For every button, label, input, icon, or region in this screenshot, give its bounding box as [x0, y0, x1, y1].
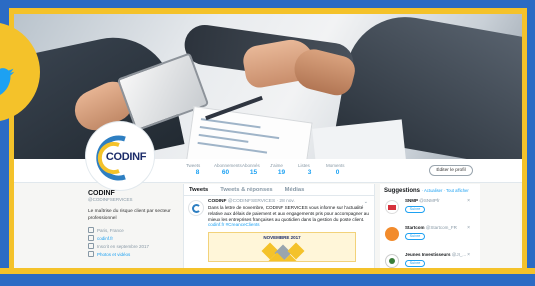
frame-top-border	[0, 0, 535, 8]
link-icon	[88, 235, 94, 241]
stat-tweets[interactable]: Tweets 8	[186, 163, 209, 177]
follow-button[interactable]: Suivre	[405, 206, 425, 213]
photo-icon	[88, 251, 94, 257]
avatar[interactable]	[385, 200, 399, 214]
close-icon[interactable]: ×	[467, 252, 470, 258]
website-link[interactable]: codinf.fr	[97, 236, 113, 241]
location-text: Paris, France	[97, 227, 124, 233]
location-pin-icon	[88, 227, 94, 233]
profile-sidebar: CODINF @CODINFSERVICES Le maîtrise du ri…	[88, 190, 178, 259]
stat-lists[interactable]: Listes 3	[298, 163, 321, 177]
tweet-body: Dans la lettre de novembre, CODINF SERVI…	[208, 205, 369, 222]
profile-stats: Tweets 8 Abonnements 60 Abonnés 15 J'aim…	[186, 163, 354, 177]
card-title: NOVEMBRE 2017	[263, 235, 301, 241]
profile-bio: Le maîtrise du risque client par secteur…	[88, 209, 171, 221]
logo-text: CODINF	[105, 151, 147, 163]
website-row[interactable]: codinf.fr	[88, 235, 178, 241]
suggestions-title: Suggestions	[384, 188, 421, 194]
profile-name: CODINF	[88, 190, 115, 197]
tab-tweets-replies[interactable]: Tweets & réponses	[220, 184, 272, 195]
twitter-bird-icon	[0, 68, 15, 95]
suggestion-item: SNMP @SNMPfr Suivre ×	[380, 196, 480, 223]
photos-link[interactable]: Photos et vidéos	[97, 252, 130, 257]
frame-right-border	[527, 0, 535, 286]
suggestions-header: Suggestions · Actualiser · Tout afficher	[380, 184, 480, 196]
timeline: Tweets Tweets & réponses Médias CODINF @…	[183, 184, 375, 268]
avatar[interactable]	[385, 254, 399, 268]
tweet-avatar[interactable]	[188, 200, 204, 216]
chevron-down-icon[interactable]: ⌄	[364, 199, 368, 205]
tab-media[interactable]: Médias	[285, 184, 305, 195]
tweet-text: Dans la lettre de novembre, CODINF SERVI…	[208, 205, 370, 228]
stat-value: 3	[307, 169, 312, 176]
profile-avatar[interactable]: CODINF	[86, 122, 154, 190]
location-row: Paris, France	[88, 227, 178, 233]
tweet-author[interactable]: CODINF	[208, 199, 226, 204]
stat-value: 60	[221, 169, 230, 176]
follow-button[interactable]: Suivre	[405, 260, 425, 267]
edit-profile-button[interactable]: Éditer le profil	[429, 165, 473, 176]
photos-row[interactable]: Photos et vidéos	[88, 251, 178, 257]
timeline-tabs: Tweets Tweets & réponses Médias	[184, 184, 374, 196]
suggestion-item: Startcom @Startcom_FR Suivre ×	[380, 223, 480, 250]
close-icon[interactable]: ×	[467, 198, 470, 204]
avatar[interactable]	[385, 227, 399, 241]
stat-value: 19	[277, 169, 286, 176]
stat-value: 15	[249, 169, 258, 176]
profile-handle: @CODINFSERVICES	[88, 197, 133, 202]
tweet-link[interactable]: codinf.fr	[208, 222, 224, 227]
tweet-handle-date: @CODINFSERVICES · 28 nov.	[227, 199, 295, 204]
stat-value: 8	[195, 169, 200, 176]
tweet-item[interactable]: CODINF @CODINFSERVICES · 28 nov. ⌄ Dans …	[184, 196, 374, 263]
stat-value: 0	[335, 169, 340, 176]
codinf-logo-icon	[191, 203, 201, 213]
suggestions-panel: Suggestions · Actualiser · Tout afficher…	[380, 184, 480, 268]
frame-bottom-border	[0, 274, 535, 286]
suggestions-actions[interactable]: · Actualiser · Tout afficher	[422, 188, 469, 193]
calendar-icon	[88, 243, 94, 249]
joined-text: Inscrit en septembre 2017	[97, 243, 150, 249]
stat-moments[interactable]: Moments 0	[326, 163, 349, 177]
stat-followers[interactable]: Abonnés 15	[242, 163, 265, 177]
stat-following[interactable]: Abonnements 60	[214, 163, 242, 177]
close-icon[interactable]: ×	[467, 225, 470, 231]
tweet-header: CODINF @CODINFSERVICES · 28 nov.	[208, 199, 370, 204]
frame-right-accent	[522, 8, 527, 268]
tweet-hashtag[interactable]: #CreanceClients	[226, 222, 260, 227]
follow-button[interactable]: Suivre	[405, 233, 425, 240]
stat-likes[interactable]: J'aime 19	[270, 163, 293, 177]
joined-row: Inscrit en septembre 2017	[88, 243, 178, 249]
tweet-media-card[interactable]: NOVEMBRE 2017	[208, 232, 356, 263]
tab-tweets[interactable]: Tweets	[189, 184, 208, 195]
